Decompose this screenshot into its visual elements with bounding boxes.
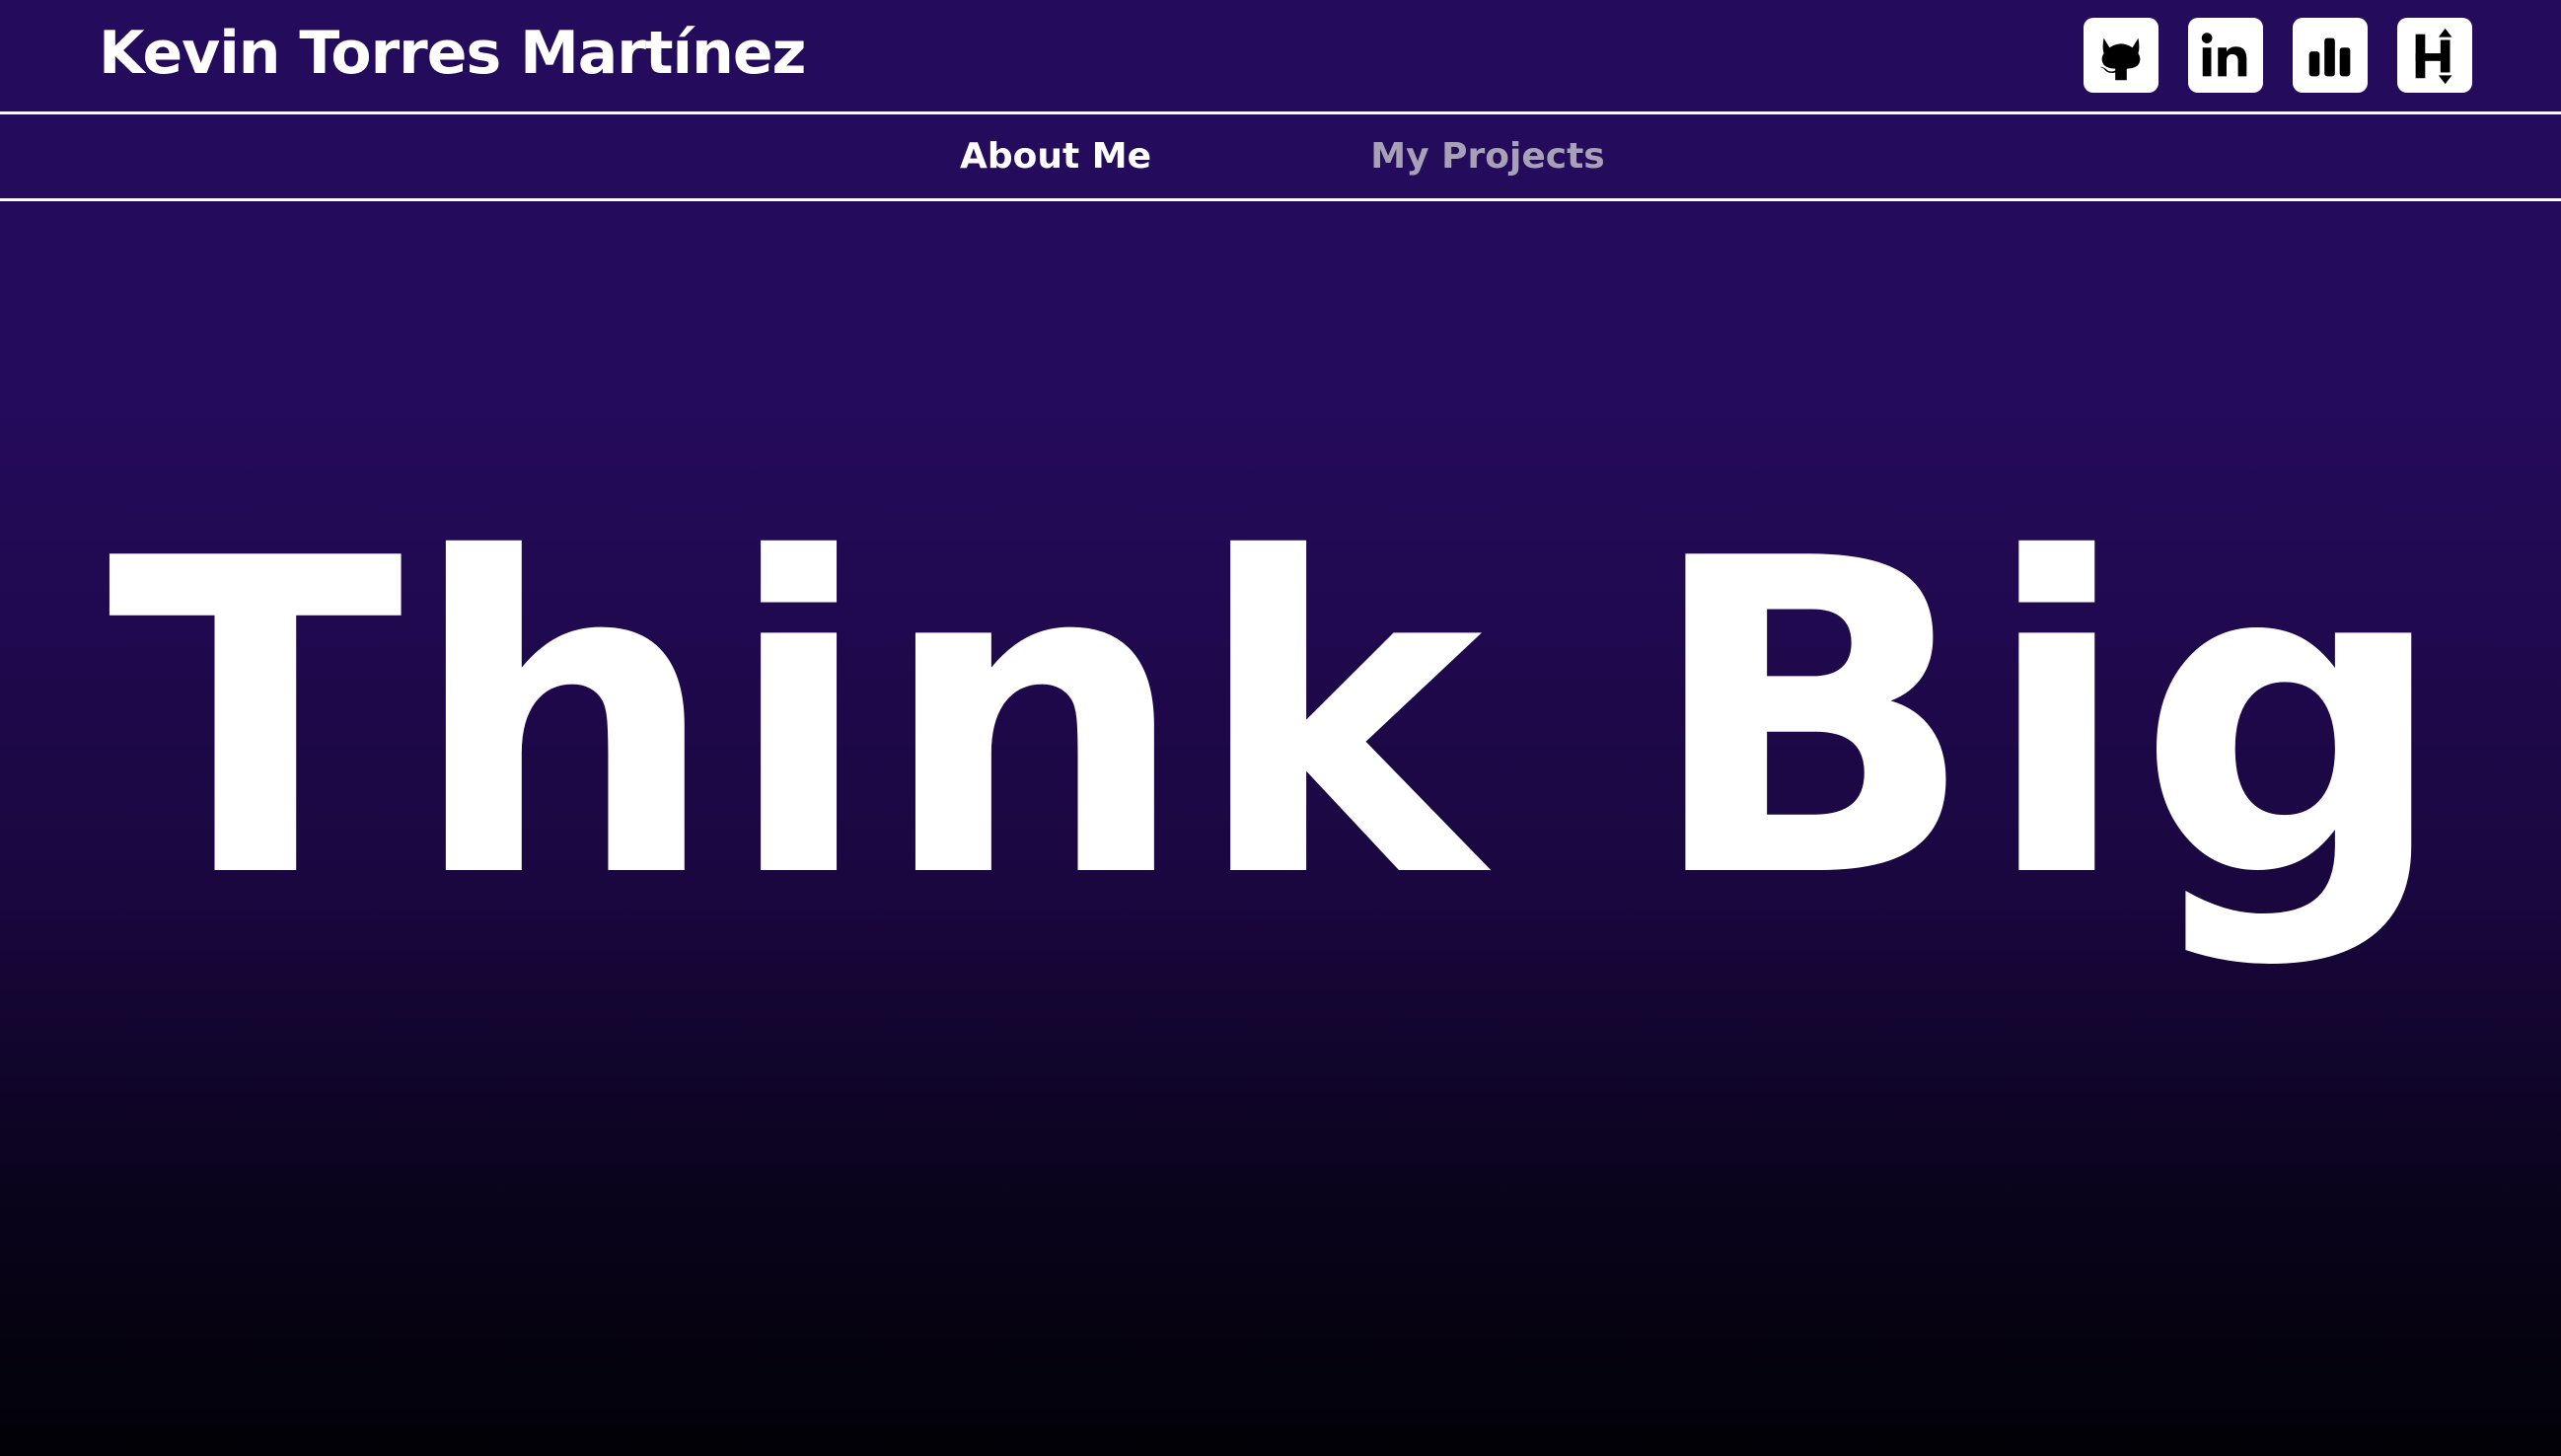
site-title[interactable]: Kevin Torres Martínez	[99, 14, 806, 93]
bar-chart-icon	[2308, 37, 2351, 77]
main-nav: About Me My Projects	[0, 114, 2561, 201]
hashnode-link[interactable]	[2397, 18, 2472, 93]
hashnode-icon	[2415, 28, 2452, 85]
github-icon	[2099, 37, 2141, 81]
github-link[interactable]	[2084, 18, 2159, 93]
hero-headline: Think Big	[107, 468, 2454, 973]
nav-about-me[interactable]: About Me	[960, 132, 1151, 182]
bar-chart-link[interactable]	[2293, 18, 2368, 93]
page: Kevin Torres Martínez About Me My Projec…	[0, 0, 2561, 1456]
site-header: Kevin Torres Martínez	[0, 0, 2561, 114]
linkedin-link[interactable]	[2188, 18, 2263, 93]
linkedin-icon	[2201, 33, 2247, 77]
social-links	[2084, 18, 2472, 93]
nav-my-projects[interactable]: My Projects	[1370, 132, 1604, 182]
